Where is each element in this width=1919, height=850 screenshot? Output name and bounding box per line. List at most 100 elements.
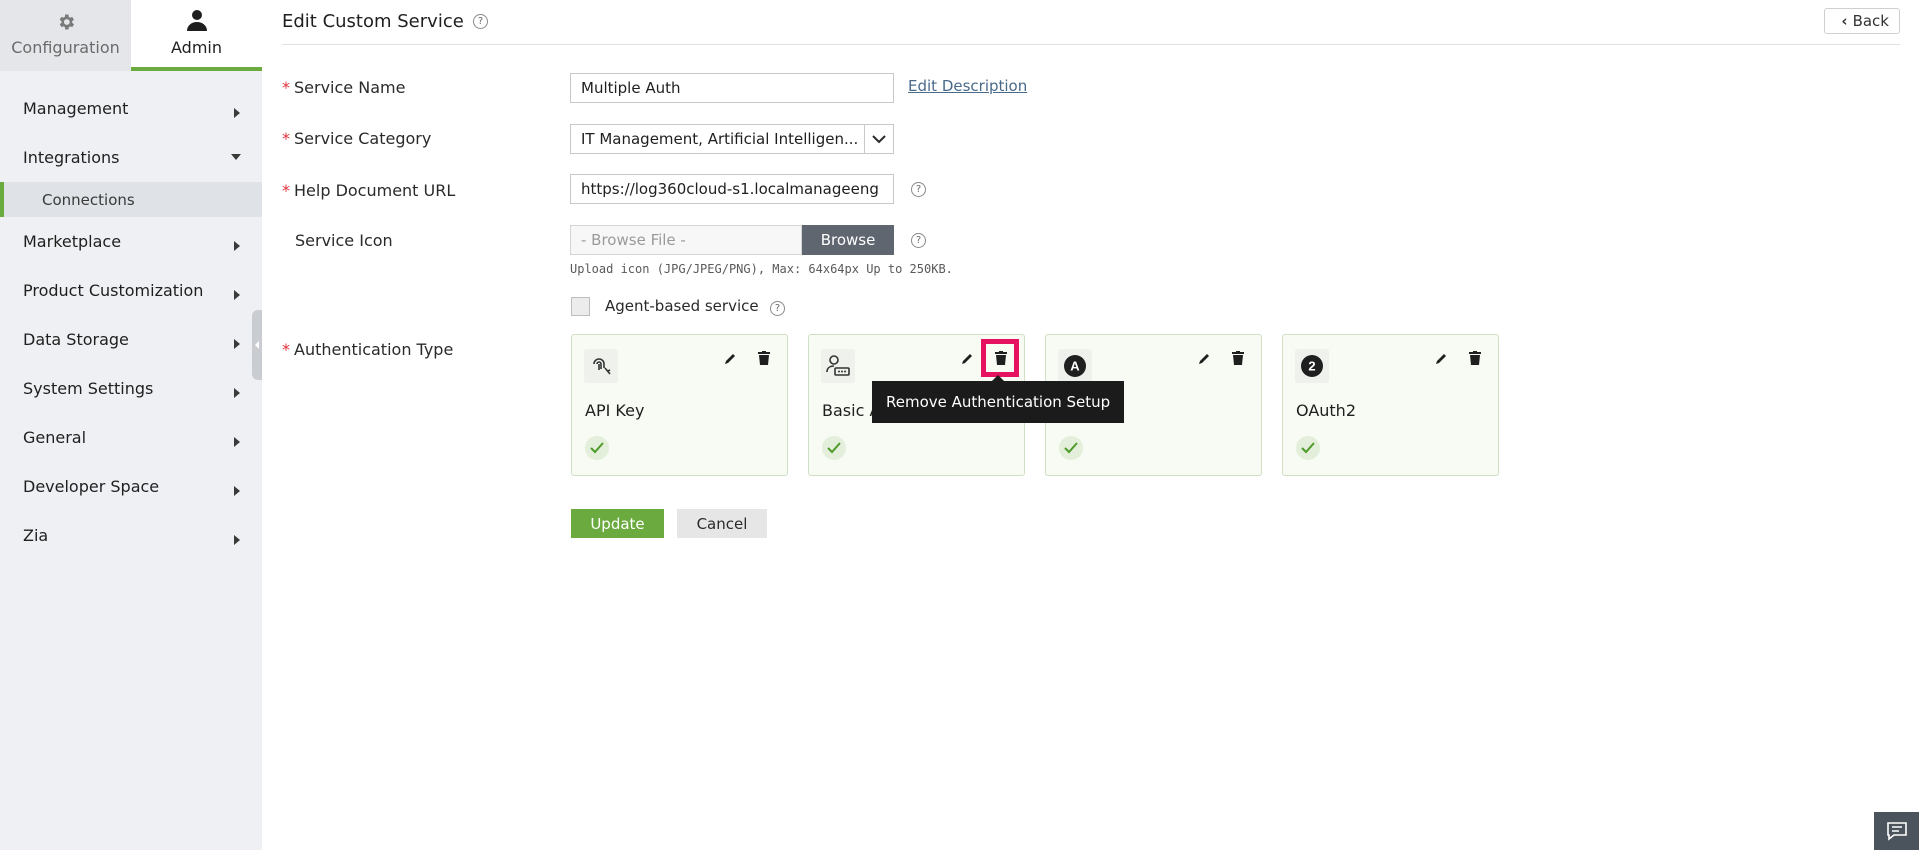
required-mark: * <box>282 181 290 200</box>
auth-card-name: OAuth2 <box>1296 401 1356 420</box>
tab-admin-label: Admin <box>171 38 222 57</box>
trash-icon[interactable] <box>758 350 770 369</box>
sidebar-item-developer-space[interactable]: Developer Space <box>0 462 262 511</box>
sidebar-item-label: Developer Space <box>23 477 160 496</box>
check-icon <box>822 436 846 460</box>
chevron-left-icon: ‹ <box>1841 12 1848 30</box>
chat-button[interactable] <box>1874 812 1919 850</box>
sidebar-item-data-storage[interactable]: Data Storage <box>0 315 262 364</box>
edit-description-link[interactable]: Edit Description <box>908 77 1027 95</box>
sidebar-item-system-settings[interactable]: System Settings <box>0 364 262 413</box>
check-icon <box>585 436 609 460</box>
user-icon <box>186 10 207 31</box>
cancel-button[interactable]: Cancel <box>677 509 767 538</box>
agent-based-label: Agent-based service <box>605 297 759 315</box>
auth-type-label-text: Authentication Type <box>294 340 454 359</box>
sidebar-item-label: Data Storage <box>23 330 129 349</box>
help-url-input[interactable] <box>570 174 894 204</box>
help-url-label: * Help Document URL <box>282 181 455 200</box>
edit-icon[interactable] <box>1197 351 1211 370</box>
a-badge-icon: A <box>1058 349 1092 383</box>
help-icon[interactable]: ? <box>911 182 926 197</box>
sidebar-item-label: Integrations <box>23 148 120 167</box>
sidebar: Configuration Admin Management Integrati… <box>0 0 262 850</box>
sidebar-item-management[interactable]: Management <box>0 84 262 133</box>
upload-hint: Upload icon (JPG/JPEG/PNG), Max: 64x64px… <box>570 262 953 276</box>
help-icon[interactable]: ? <box>473 14 488 29</box>
sidebar-tabs: Configuration Admin <box>0 0 262 71</box>
trash-icon[interactable] <box>1469 350 1481 369</box>
sidebar-item-integrations[interactable]: Integrations <box>0 133 262 182</box>
sidebar-item-label: Connections <box>42 190 135 209</box>
auth-type-label: * Authentication Type <box>282 340 453 359</box>
service-category-value: IT Management, Artificial Intelligen... <box>581 130 859 148</box>
svg-text:A: A <box>1070 359 1080 374</box>
chat-icon <box>1886 822 1907 841</box>
agent-based-checkbox[interactable] <box>571 297 590 316</box>
browse-file-input[interactable]: - Browse File - <box>570 225 802 255</box>
chevron-right-icon <box>234 436 240 447</box>
sidebar-item-label: Marketplace <box>23 232 122 251</box>
remove-auth-tooltip: Remove Authentication Setup <box>872 375 1125 423</box>
chevron-right-icon <box>234 338 240 349</box>
sidebar-item-label: General <box>23 428 87 447</box>
chevron-down-icon[interactable] <box>864 125 893 153</box>
help-icon[interactable]: ? <box>770 301 785 316</box>
sidebar-item-label: System Settings <box>23 379 154 398</box>
sidebar-item-marketplace[interactable]: Marketplace <box>0 217 262 266</box>
chevron-right-icon <box>234 534 240 545</box>
svg-text:2: 2 <box>1308 359 1315 374</box>
chevron-right-icon <box>234 107 240 118</box>
edit-icon[interactable] <box>960 351 974 370</box>
check-icon <box>1059 436 1083 460</box>
required-mark: * <box>282 340 290 359</box>
sidebar-item-zia[interactable]: Zia <box>0 511 262 560</box>
auth-card-api-key[interactable]: API Key <box>571 334 788 476</box>
page-title: Edit Custom Service <box>282 11 464 32</box>
back-button[interactable]: ‹ Back <box>1824 8 1900 34</box>
chevron-right-icon <box>234 240 240 251</box>
user-password-icon <box>821 349 855 383</box>
service-icon-label-text: Service Icon <box>295 231 393 250</box>
chevron-right-icon <box>234 387 240 398</box>
tab-configuration-label: Configuration <box>11 38 120 57</box>
back-label: Back <box>1852 12 1889 30</box>
trash-icon[interactable] <box>1232 350 1244 369</box>
edit-icon[interactable] <box>1434 351 1448 370</box>
required-mark: * <box>282 78 290 97</box>
help-url-label-text: Help Document URL <box>294 181 456 200</box>
sidebar-item-connections[interactable]: Connections <box>0 182 262 217</box>
help-icon[interactable]: ? <box>911 233 926 248</box>
sidebar-collapse-handle[interactable] <box>252 310 262 380</box>
sidebar-nav: Management Integrations Connections Mark… <box>0 84 262 560</box>
main-content: Edit Custom Service ? ‹ Back * Service Na… <box>262 0 1919 850</box>
sidebar-item-product-customization[interactable]: Product Customization <box>0 266 262 315</box>
trash-icon[interactable] <box>995 350 1007 369</box>
gear-icon <box>59 14 74 30</box>
service-category-select[interactable]: IT Management, Artificial Intelligen... <box>570 124 894 154</box>
required-mark: * <box>282 129 290 148</box>
sidebar-item-label: Management <box>23 99 129 118</box>
tab-admin[interactable]: Admin <box>131 0 262 71</box>
auth-card-oauth2[interactable]: 2 OAuth2 <box>1282 334 1499 476</box>
page-header: Edit Custom Service ? ‹ Back <box>282 0 1900 45</box>
fingerprint-key-icon <box>584 349 618 383</box>
tab-configuration[interactable]: Configuration <box>0 0 131 71</box>
update-button[interactable]: Update <box>571 509 664 538</box>
chevron-right-icon <box>234 485 240 496</box>
browse-button[interactable]: Browse <box>802 225 894 255</box>
chevron-right-icon <box>234 289 240 300</box>
sidebar-item-general[interactable]: General <box>0 413 262 462</box>
service-name-label: * Service Name <box>282 78 405 97</box>
service-name-input[interactable] <box>570 73 894 103</box>
sidebar-item-label: Product Customization <box>23 281 204 300</box>
oauth2-badge-icon: 2 <box>1295 349 1329 383</box>
service-icon-label: Service Icon <box>282 231 393 250</box>
service-name-label-text: Service Name <box>294 78 406 97</box>
edit-icon[interactable] <box>723 351 737 370</box>
service-category-label-text: Service Category <box>294 129 432 148</box>
sidebar-item-label: Zia <box>23 526 49 545</box>
chevron-down-icon <box>231 153 241 160</box>
check-icon <box>1296 436 1320 460</box>
auth-card-name: API Key <box>585 401 645 420</box>
